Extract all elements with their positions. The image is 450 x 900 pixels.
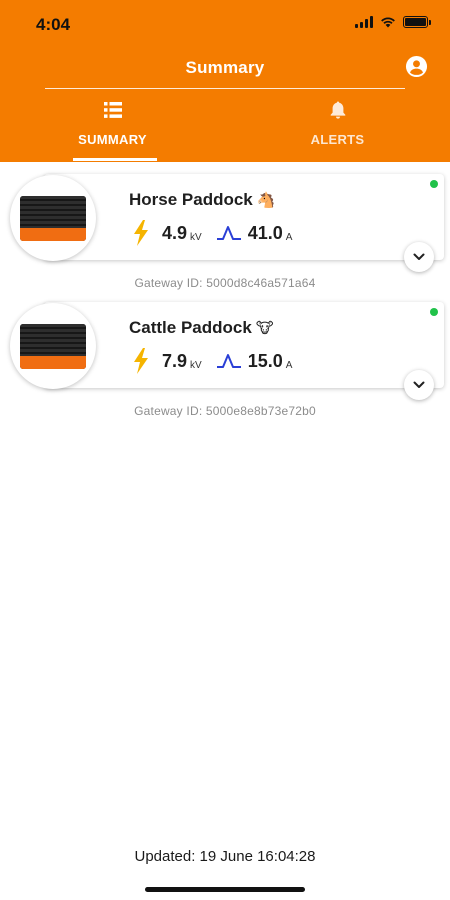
pulse-wave-icon bbox=[216, 354, 241, 368]
device-name-text: Cattle Paddock bbox=[129, 318, 252, 337]
energizer-product-image bbox=[20, 195, 86, 241]
wifi-icon bbox=[381, 17, 395, 28]
active-tab-indicator bbox=[73, 158, 157, 161]
energizer-product-image bbox=[20, 323, 86, 369]
device-image bbox=[10, 175, 96, 261]
horse-emoji-icon: 🐴 bbox=[256, 192, 276, 209]
lightning-bolt-icon bbox=[134, 220, 148, 246]
online-status-dot bbox=[430, 180, 438, 188]
cow-emoji-icon: 🐮 bbox=[255, 320, 274, 337]
expand-button[interactable] bbox=[404, 242, 434, 272]
list-icon bbox=[103, 102, 122, 118]
page-title: Summary bbox=[185, 58, 265, 77]
tab-summary[interactable]: SUMMARY bbox=[0, 100, 225, 162]
device-readings: 7.9 kV 15.0 A bbox=[132, 348, 292, 374]
voltage-unit: kV bbox=[190, 359, 202, 371]
home-indicator[interactable] bbox=[145, 887, 305, 892]
voltage-value: 4.9 bbox=[162, 222, 188, 243]
current-value: 41.0 bbox=[247, 222, 283, 243]
device-card[interactable]: Cattle Paddock 🐮 7.9 kV 15.0 A bbox=[44, 302, 444, 400]
online-status-dot bbox=[430, 308, 438, 316]
lightning-bolt-icon bbox=[134, 348, 148, 374]
device-card[interactable]: Horse Paddock 🐴 4.9 kV 41.0 A bbox=[44, 174, 444, 272]
tab-alerts-label: ALERTS bbox=[310, 132, 365, 147]
device-readings: 4.9 kV 41.0 A bbox=[132, 220, 292, 246]
battery-icon bbox=[403, 16, 431, 28]
voltage-value: 7.9 bbox=[162, 350, 188, 371]
app-header: 4:04 Summary SUMMARY ALERTS bbox=[0, 0, 450, 162]
device-name-text: Horse Paddock bbox=[129, 190, 253, 209]
gateway-id: Gateway ID: 5000d8c46a571a64 bbox=[134, 276, 316, 290]
device-name: Cattle Paddock 🐮 bbox=[129, 318, 274, 338]
device-image bbox=[10, 303, 96, 389]
current-unit: A bbox=[285, 231, 293, 243]
status-icons bbox=[355, 16, 431, 28]
bell-icon bbox=[330, 101, 345, 119]
chevron-down-icon bbox=[413, 253, 425, 260]
status-time: 4:04 bbox=[36, 15, 71, 34]
current-unit: A bbox=[285, 359, 293, 371]
tab-alerts[interactable]: ALERTS bbox=[225, 100, 450, 162]
gateway-id: Gateway ID: 5000e8e8b73e72b0 bbox=[134, 404, 316, 418]
current-value: 15.0 bbox=[247, 350, 283, 371]
pulse-wave-icon bbox=[216, 226, 241, 240]
chevron-down-icon bbox=[413, 381, 425, 388]
device-cattle-paddock: Cattle Paddock 🐮 7.9 kV 15.0 A Gateway ID… bbox=[0, 300, 450, 428]
signal-icon bbox=[355, 16, 373, 28]
voltage-unit: kV bbox=[190, 231, 202, 243]
device-name: Horse Paddock 🐴 bbox=[129, 190, 275, 210]
status-bar: 4:04 bbox=[0, 0, 450, 48]
header-divider bbox=[45, 88, 405, 89]
account-circle-icon[interactable] bbox=[405, 55, 428, 78]
tab-summary-label: SUMMARY bbox=[78, 132, 147, 147]
expand-button[interactable] bbox=[404, 370, 434, 400]
last-updated-text: Updated: 19 June 16:04:28 bbox=[134, 848, 316, 865]
device-horse-paddock: Horse Paddock 🐴 4.9 kV 41.0 A Gateway ID:… bbox=[0, 172, 450, 300]
